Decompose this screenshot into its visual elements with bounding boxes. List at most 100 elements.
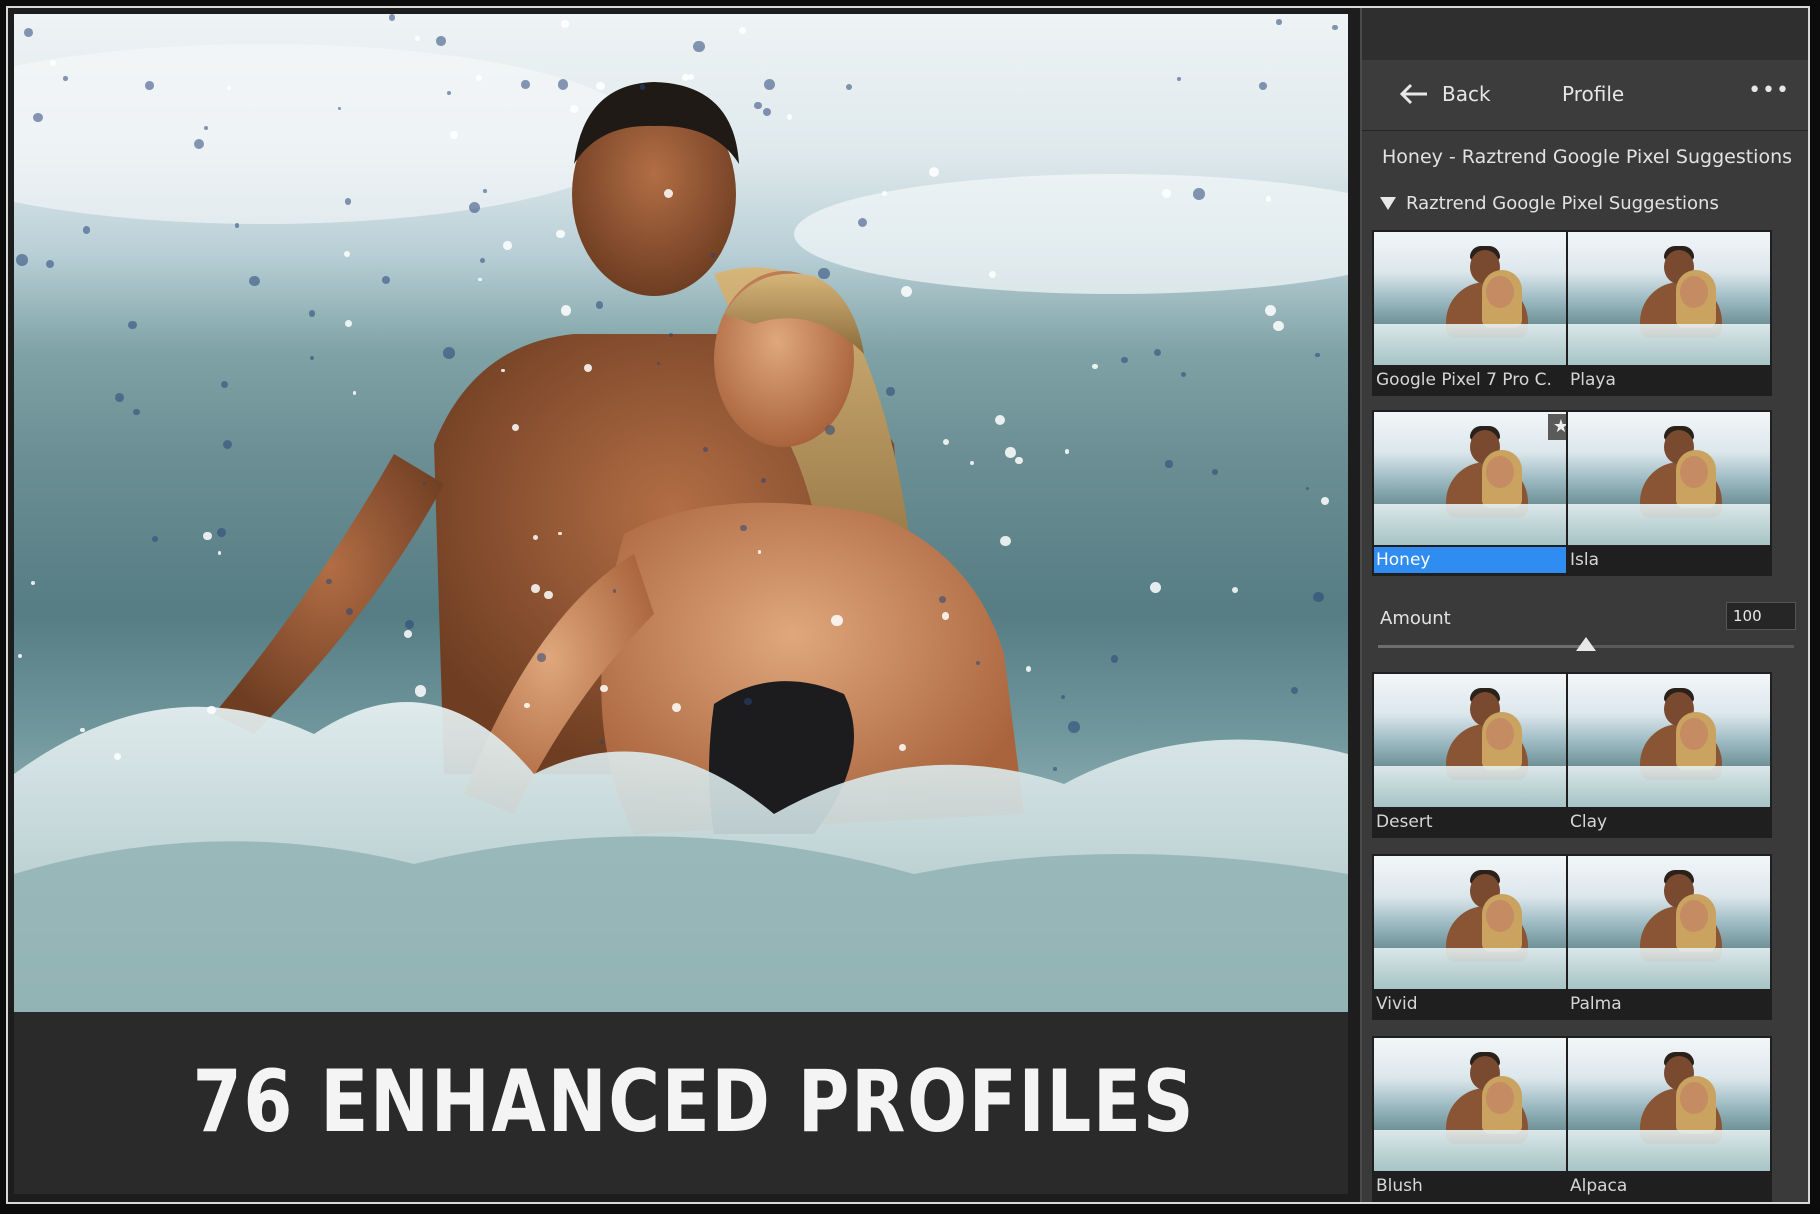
water-droplet: [762, 108, 771, 117]
profile-group-label: Raztrend Google Pixel Suggestions: [1406, 192, 1719, 214]
profile-tile-clay[interactable]: Clay: [1566, 672, 1772, 838]
water-droplet: [414, 685, 427, 697]
water-droplet: [928, 167, 939, 178]
selected-profile-name: Honey - Raztrend Google Pixel Suggestion…: [1381, 146, 1793, 168]
water-droplet: [337, 106, 341, 110]
more-options-button[interactable]: •••: [1748, 78, 1790, 103]
water-droplet: [939, 596, 946, 603]
water-droplet: [1305, 487, 1309, 491]
profile-tile-playa[interactable]: Playa: [1566, 230, 1772, 396]
profile-tile-alpaca[interactable]: Alpaca: [1566, 1036, 1772, 1202]
profile-thumbnail: [1568, 1038, 1770, 1171]
profile-thumbnail: [1374, 1038, 1576, 1171]
water-droplet: [786, 114, 793, 120]
water-droplet: [249, 275, 260, 287]
profile-thumbnail: [1568, 856, 1770, 989]
water-droplet: [203, 125, 208, 130]
water-droplet: [145, 81, 154, 90]
amount-slider-fill: [1378, 645, 1586, 648]
profile-label: Vivid: [1376, 994, 1418, 1014]
water-droplet: [436, 36, 446, 46]
water-droplet: [881, 190, 887, 196]
water-droplet: [561, 20, 569, 28]
profile-tile-honey[interactable]: ★ Honey: [1372, 410, 1578, 576]
water-droplet: [702, 446, 709, 452]
water-droplet: [1120, 356, 1128, 364]
water-droplet: [739, 26, 747, 34]
water-droplet: [476, 74, 483, 81]
water-droplet: [557, 79, 569, 90]
water-droplet: [63, 76, 68, 81]
water-droplet: [1165, 460, 1173, 468]
water-droplet: [744, 698, 752, 706]
profile-thumbnail: [1568, 412, 1770, 545]
profile-tile-isla[interactable]: Isla: [1566, 410, 1772, 576]
water-droplet: [24, 27, 34, 37]
water-droplet: [127, 320, 137, 330]
profile-group-toggle[interactable]: Raztrend Google Pixel Suggestions: [1380, 186, 1719, 220]
water-droplet: [326, 578, 332, 585]
water-droplet: [442, 347, 455, 359]
water-droplet: [942, 438, 949, 445]
water-droplet: [1258, 81, 1267, 90]
water-droplet: [403, 629, 412, 638]
profile-thumbnail: [1568, 232, 1770, 365]
profile-thumbnail: [1568, 674, 1770, 807]
water-droplet: [1064, 449, 1070, 454]
water-droplet: [503, 241, 512, 250]
water-droplet: [115, 392, 124, 402]
water-droplet: [818, 267, 830, 280]
profile-thumbnail: [1374, 232, 1576, 365]
water-droplet: [345, 607, 353, 615]
water-droplet: [1000, 535, 1011, 547]
water-droplet: [45, 259, 54, 268]
water-droplet: [33, 112, 43, 123]
water-droplet: [1053, 767, 1057, 771]
water-droplet: [1181, 371, 1187, 377]
panel-top-bar: [1362, 8, 1808, 61]
water-droplet: [1265, 304, 1277, 316]
back-label: Back: [1442, 82, 1491, 106]
water-droplet: [1005, 447, 1016, 458]
water-droplet: [450, 130, 459, 139]
profile-tile-google-pixel-7-pro-c[interactable]: Google Pixel 7 Pro C.: [1372, 230, 1578, 396]
profile-tile-desert[interactable]: Desert: [1372, 672, 1578, 838]
profile-label: Desert: [1376, 812, 1433, 832]
water-droplet: [1068, 721, 1080, 733]
profile-tile-blush[interactable]: Blush: [1372, 1036, 1578, 1202]
water-droplet: [764, 78, 776, 90]
profile-thumbnail: [1374, 412, 1576, 545]
water-droplet: [824, 424, 836, 435]
water-droplet: [1161, 188, 1171, 198]
water-droplet: [760, 478, 766, 484]
back-button[interactable]: Back: [1400, 82, 1491, 106]
water-droplet: [687, 73, 694, 80]
water-droplet: [558, 531, 562, 535]
photo-preview: [14, 14, 1348, 1012]
water-droplet: [886, 387, 895, 396]
profile-tile-vivid[interactable]: Vivid: [1372, 854, 1578, 1020]
profile-tile-palma[interactable]: Palma: [1566, 854, 1772, 1020]
water-droplet: [600, 684, 608, 693]
profile-label: Clay: [1570, 812, 1608, 832]
water-droplet: [483, 189, 488, 193]
water-droplet: [478, 277, 482, 282]
amount-input[interactable]: 100: [1726, 602, 1796, 630]
profile-thumbnail: [1374, 674, 1576, 807]
water-droplet: [754, 101, 762, 110]
disclosure-triangle-icon: [1380, 196, 1396, 210]
profile-label: Blush: [1376, 1176, 1423, 1196]
water-droplet: [1193, 188, 1206, 200]
panel-title: Profile: [1562, 82, 1625, 106]
amount-slider[interactable]: [1378, 637, 1794, 651]
profile-thumbnail: [1374, 856, 1576, 989]
profile-label: Google Pixel 7 Pro C.: [1376, 370, 1552, 390]
water-droplet: [16, 253, 28, 266]
water-droplet: [1212, 469, 1218, 476]
profile-label: Playa: [1570, 370, 1616, 390]
water-droplet: [422, 481, 427, 485]
water-droplet: [344, 319, 353, 327]
water-droplet: [501, 368, 505, 373]
water-droplet: [1177, 76, 1181, 81]
amount-slider-thumb[interactable]: [1576, 637, 1596, 651]
